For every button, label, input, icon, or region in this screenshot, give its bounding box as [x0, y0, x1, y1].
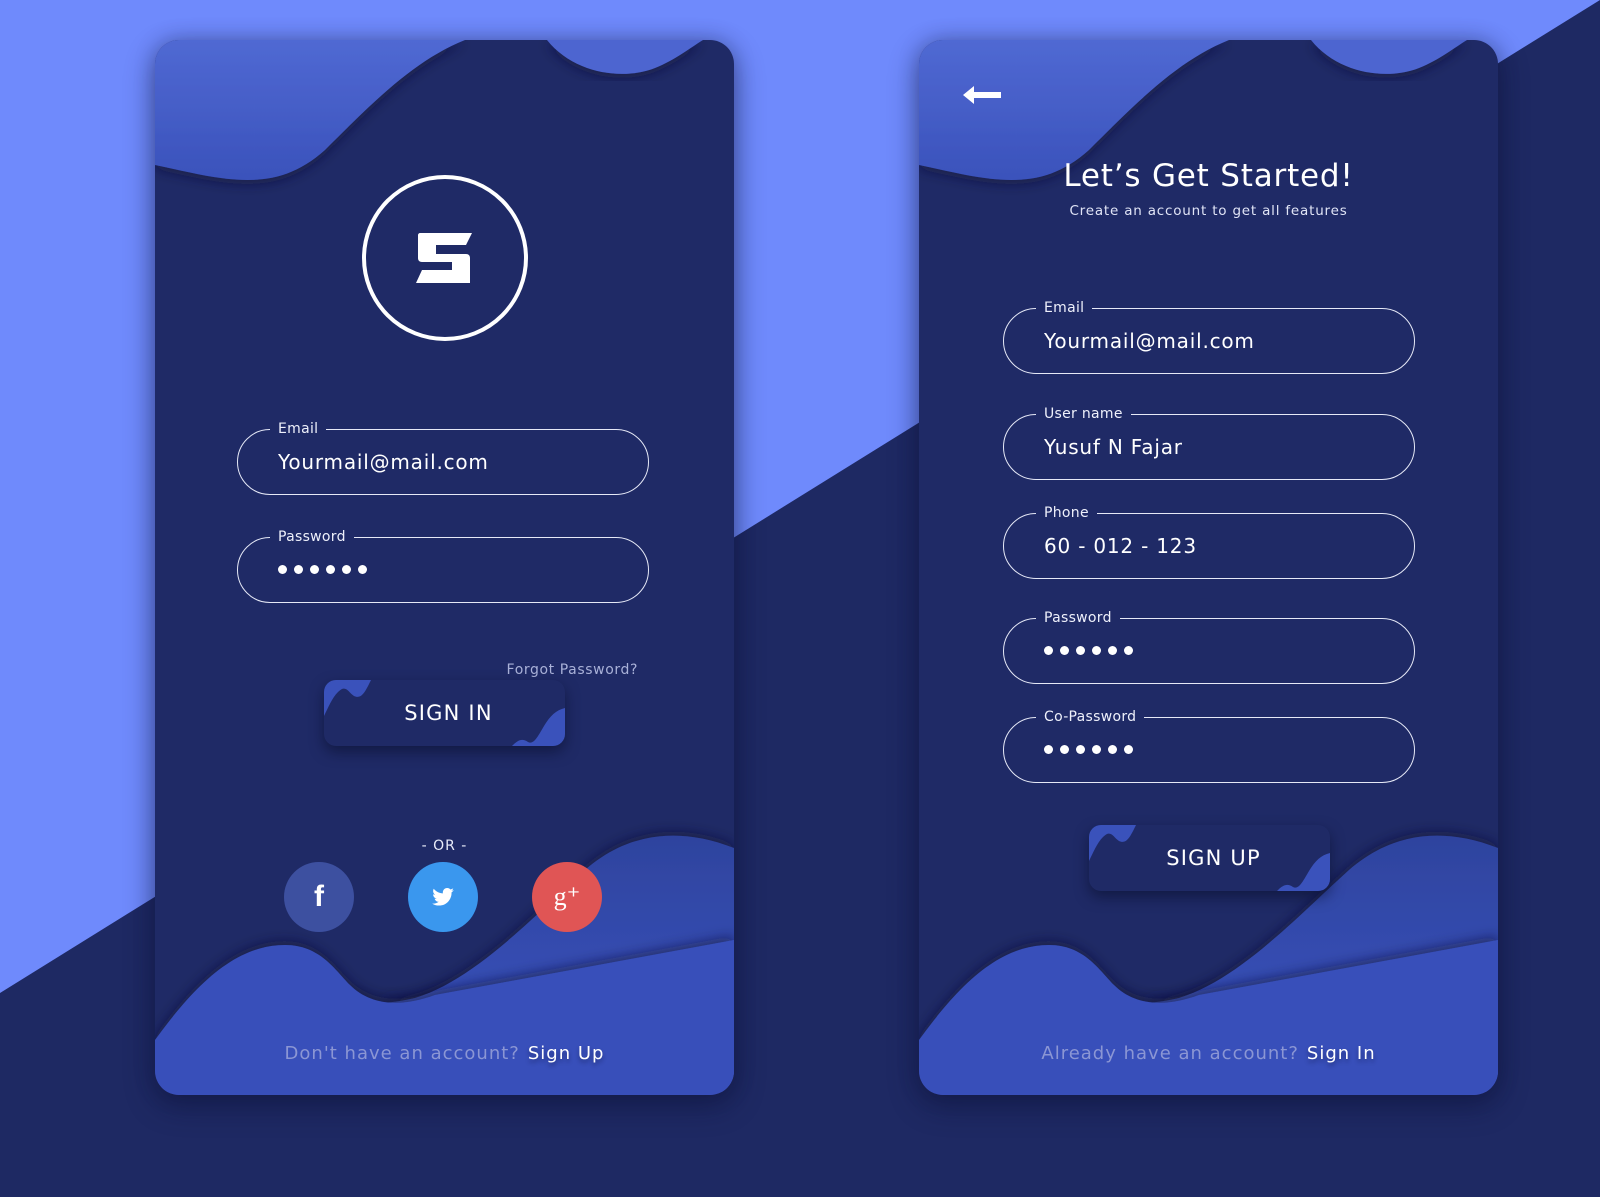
- sign-in-link[interactable]: Sign In: [1307, 1043, 1376, 1064]
- username-input[interactable]: [1044, 415, 1384, 479]
- facebook-icon: f: [314, 880, 324, 913]
- confirm-password-label: Co-Password: [1036, 707, 1145, 727]
- email-input[interactable]: [278, 430, 618, 494]
- bottom-wave-left: [919, 940, 1498, 1095]
- google-plus-icon: g⁺: [553, 882, 581, 911]
- confirm-password-masked-value[interactable]: [1044, 745, 1133, 754]
- facebook-login-button[interactable]: f: [284, 862, 354, 932]
- sign-in-button[interactable]: SIGN IN: [324, 680, 565, 746]
- top-wave-right: [1311, 40, 1467, 74]
- password-label: Password: [270, 527, 354, 547]
- email-field[interactable]: Email: [237, 419, 649, 495]
- email-input[interactable]: [1044, 309, 1384, 373]
- top-wave-right: [547, 40, 703, 74]
- arrow-left-icon[interactable]: [963, 84, 1003, 106]
- confirm-password-field[interactable]: Co-Password: [1003, 707, 1415, 783]
- password-masked-value[interactable]: [278, 565, 367, 574]
- forgot-password-link[interactable]: Forgot Password?: [507, 662, 638, 678]
- page-subtitle: Create an account to get all features: [1069, 203, 1348, 219]
- bottom-wave-left: [155, 940, 734, 1095]
- or-divider: - OR -: [421, 838, 468, 854]
- phone-field[interactable]: Phone: [1003, 503, 1415, 579]
- sign-up-label: SIGN UP: [1166, 846, 1261, 870]
- twitter-icon: [432, 888, 454, 906]
- email-field[interactable]: Email: [1003, 298, 1415, 374]
- sign-in-prompt: Already have an account? Sign In: [919, 1043, 1498, 1064]
- sign-in-card: Email Password Forgot Password? SIGN IN …: [155, 40, 734, 1095]
- no-account-text: Don't have an account?: [284, 1043, 520, 1064]
- password-field[interactable]: Password: [237, 527, 649, 603]
- sign-up-link[interactable]: Sign Up: [528, 1043, 605, 1064]
- sign-in-label: SIGN IN: [404, 701, 493, 725]
- have-account-text: Already have an account?: [1041, 1043, 1299, 1064]
- sign-up-prompt: Don't have an account? Sign Up: [155, 1043, 734, 1064]
- page-title: Let’s Get Started!: [1063, 158, 1354, 194]
- password-masked-value[interactable]: [1044, 646, 1133, 655]
- password-field[interactable]: Password: [1003, 608, 1415, 684]
- phone-input[interactable]: [1044, 514, 1384, 578]
- sign-up-card: Let’s Get Started! Create an account to …: [919, 40, 1498, 1095]
- google-plus-login-button[interactable]: g⁺: [532, 862, 602, 932]
- top-wave-left: [155, 40, 465, 180]
- password-label: Password: [1036, 608, 1120, 628]
- s-logo-icon: [416, 233, 472, 283]
- username-field[interactable]: User name: [1003, 404, 1415, 480]
- twitter-login-button[interactable]: [408, 862, 478, 932]
- sign-up-button[interactable]: SIGN UP: [1089, 825, 1330, 891]
- logo: [362, 175, 528, 341]
